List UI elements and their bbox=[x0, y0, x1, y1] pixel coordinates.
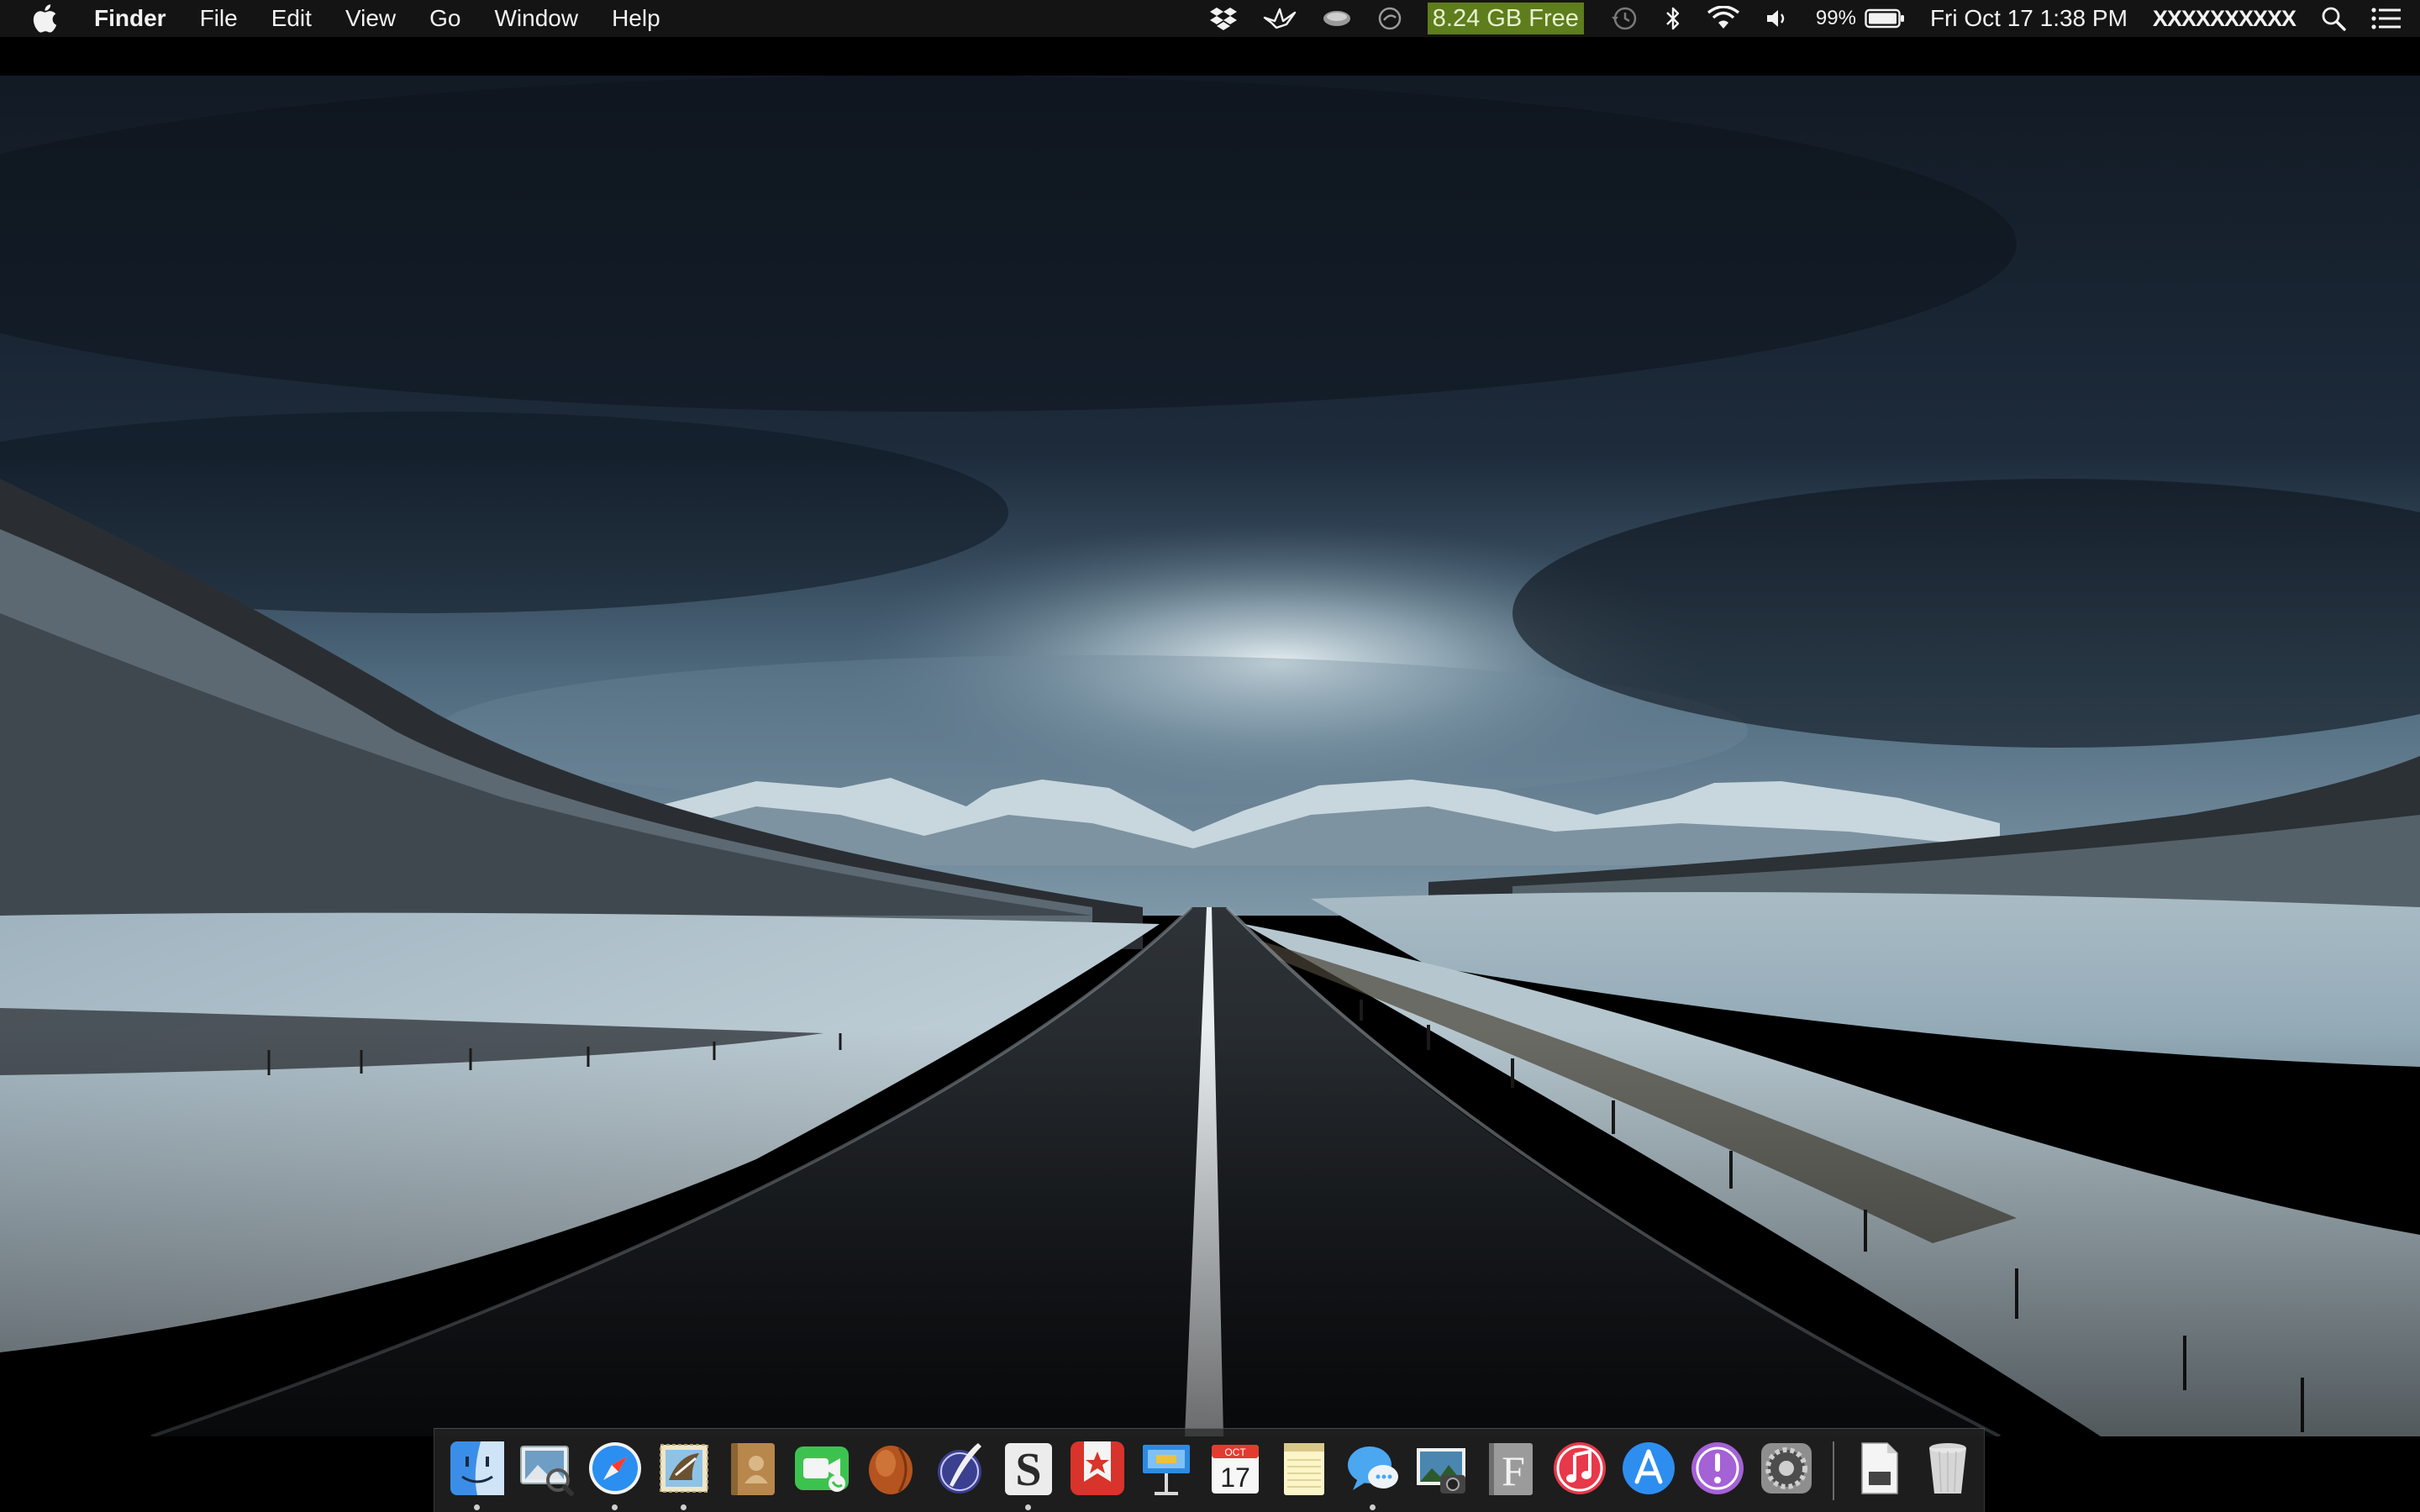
dock-item-safari[interactable] bbox=[585, 1438, 645, 1510]
dock: S OCT 17 F bbox=[434, 1428, 1985, 1512]
calendar-icon: OCT 17 bbox=[1212, 1444, 1259, 1494]
dock-item-app-store[interactable] bbox=[1618, 1438, 1679, 1499]
coconut-icon bbox=[869, 1445, 913, 1494]
crane-icon[interactable] bbox=[1263, 6, 1297, 31]
dock-item-font-book[interactable]: F bbox=[1481, 1438, 1541, 1499]
battery-icon[interactable] bbox=[1865, 8, 1905, 29]
mail-icon bbox=[660, 1443, 708, 1493]
document-icon bbox=[1861, 1441, 1898, 1494]
disk-icon[interactable] bbox=[1322, 7, 1352, 30]
dock-item-trash[interactable] bbox=[1918, 1438, 1978, 1499]
iphoto-icon bbox=[1417, 1447, 1465, 1494]
notes-icon bbox=[1284, 1442, 1324, 1495]
svg-text:S: S bbox=[1015, 1444, 1041, 1496]
dock-item-scrivener[interactable]: S bbox=[998, 1438, 1059, 1510]
spotlight-icon[interactable] bbox=[2321, 6, 2346, 31]
dock-item-quill[interactable] bbox=[929, 1438, 990, 1499]
running-indicator bbox=[1370, 1504, 1376, 1510]
trash-icon bbox=[1929, 1442, 1966, 1494]
dock-item-notes[interactable] bbox=[1274, 1438, 1334, 1499]
dock-item-calendar[interactable]: OCT 17 bbox=[1205, 1438, 1265, 1499]
dock-item-facetime[interactable] bbox=[792, 1438, 852, 1499]
dock-item-messages[interactable] bbox=[1343, 1438, 1403, 1510]
menu-bar-shadow bbox=[0, 37, 2420, 76]
menu-edit[interactable]: Edit bbox=[271, 5, 312, 32]
preview-icon bbox=[520, 1445, 574, 1496]
dock-item-contacts[interactable] bbox=[723, 1438, 783, 1499]
svg-text:F: F bbox=[1502, 1447, 1525, 1494]
dock-item-system-preferences[interactable] bbox=[1756, 1438, 1817, 1499]
dock-item-keynote[interactable] bbox=[1136, 1438, 1197, 1499]
dropbox-icon[interactable] bbox=[1209, 6, 1238, 31]
running-indicator bbox=[1025, 1504, 1031, 1510]
calendar-month: OCT bbox=[1224, 1446, 1246, 1458]
desktop-wallpaper[interactable] bbox=[0, 76, 2420, 1436]
quill-icon bbox=[938, 1442, 981, 1494]
sync-icon[interactable] bbox=[1377, 6, 1402, 31]
battery-percent[interactable]: 99% bbox=[1816, 7, 1856, 30]
dock-item-wunderlist[interactable] bbox=[1067, 1438, 1128, 1499]
menu-file[interactable]: File bbox=[200, 5, 238, 32]
finder-icon bbox=[450, 1441, 504, 1495]
menu-app-finder[interactable]: Finder bbox=[94, 5, 166, 32]
wifi-icon[interactable] bbox=[1707, 6, 1740, 31]
running-indicator bbox=[474, 1504, 480, 1510]
notification-center-icon[interactable] bbox=[2371, 8, 2402, 29]
user-name-menu[interactable]: XXXXXXXXXX bbox=[2153, 6, 2296, 32]
menu-view[interactable]: View bbox=[345, 5, 396, 32]
running-indicator bbox=[612, 1504, 618, 1510]
keynote-icon bbox=[1143, 1444, 1190, 1495]
menu-window[interactable]: Window bbox=[494, 5, 578, 32]
feedback-icon bbox=[1691, 1441, 1744, 1494]
system-preferences-icon bbox=[1761, 1442, 1812, 1494]
dock-separator bbox=[1833, 1441, 1834, 1500]
app-store-icon bbox=[1623, 1441, 1675, 1494]
menu-clock[interactable]: Fri Oct 17 1:38 PM bbox=[1930, 5, 2128, 32]
dock-item-feedback[interactable] bbox=[1687, 1438, 1748, 1499]
menu-help[interactable]: Help bbox=[612, 5, 660, 32]
dock-item-mail[interactable] bbox=[654, 1438, 714, 1510]
volume-icon[interactable] bbox=[1765, 7, 1791, 30]
dock-item-itunes[interactable] bbox=[1549, 1438, 1610, 1499]
safari-icon bbox=[589, 1441, 641, 1494]
dock-item-preview[interactable] bbox=[516, 1438, 576, 1499]
menu-bar: Finder File Edit View Go Window Help 8.2… bbox=[0, 0, 2420, 37]
bluetooth-icon[interactable] bbox=[1665, 5, 1681, 32]
contacts-icon bbox=[731, 1442, 775, 1495]
itunes-icon bbox=[1554, 1441, 1606, 1494]
running-indicator bbox=[681, 1504, 687, 1510]
facetime-icon bbox=[795, 1446, 849, 1492]
dock-item-iphoto[interactable] bbox=[1412, 1438, 1472, 1499]
scrivener-icon: S bbox=[1005, 1442, 1052, 1496]
dock-item-document[interactable] bbox=[1849, 1438, 1909, 1499]
menu-go[interactable]: Go bbox=[429, 5, 460, 32]
dock-item-coconut[interactable] bbox=[860, 1438, 921, 1499]
font-book-icon: F bbox=[1489, 1442, 1533, 1495]
disk-free-indicator[interactable]: 8.24 GB Free bbox=[1427, 3, 1584, 34]
messages-icon bbox=[1348, 1446, 1398, 1490]
dock-item-finder[interactable] bbox=[447, 1438, 508, 1510]
apple-menu-icon[interactable] bbox=[32, 4, 66, 33]
time-machine-icon[interactable] bbox=[1609, 5, 1639, 32]
calendar-day: 17 bbox=[1220, 1462, 1250, 1493]
wunderlist-icon bbox=[1071, 1441, 1124, 1495]
